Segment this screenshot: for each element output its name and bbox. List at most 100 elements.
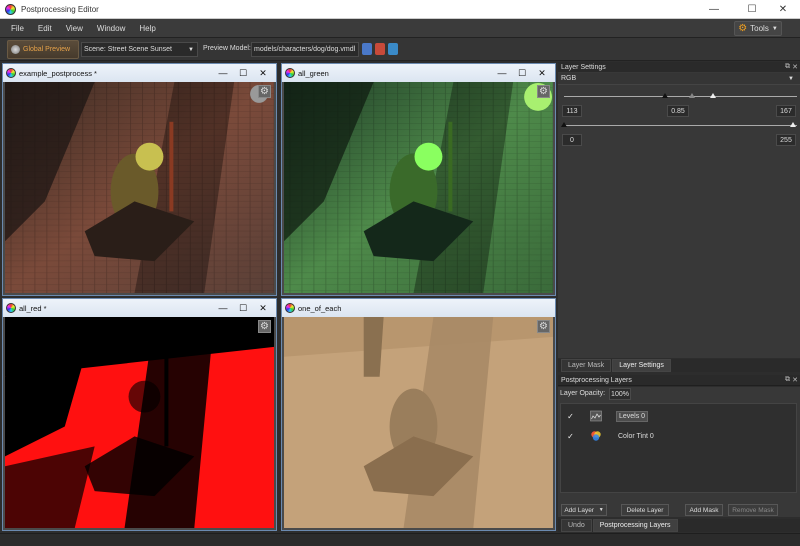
viewport-minimize-button[interactable]: — xyxy=(495,66,509,80)
render-scene-green xyxy=(284,82,553,293)
viewport-example-postprocess[interactable]: example_postprocess * — ☐ ✕ ⚙ xyxy=(2,63,277,296)
app-logo-icon xyxy=(285,68,295,78)
viewport-title-bar[interactable]: all_red * — ☐ ✕ xyxy=(3,299,276,317)
viewport-maximize-button[interactable]: ☐ xyxy=(236,66,250,80)
input-min-field[interactable]: 113 xyxy=(562,105,582,117)
browse-model-icon[interactable] xyxy=(362,43,372,55)
close-panel-icon[interactable]: ✕ xyxy=(792,376,798,384)
gear-icon: ⚙ xyxy=(738,23,748,34)
menu-bar: File Edit View Window Help xyxy=(0,19,800,38)
viewport-settings-gear-icon[interactable]: ⚙ xyxy=(537,320,550,333)
layer-settings-title: Layer Settings xyxy=(561,63,606,71)
viewport-settings-gear-icon[interactable]: ⚙ xyxy=(258,320,271,333)
maximize-button[interactable]: ☐ xyxy=(735,0,769,19)
global-preview-label: Global Preview xyxy=(23,46,71,53)
viewport-all-red[interactable]: all_red * — ☐ ✕ ⚙ xyxy=(2,298,277,531)
viewport-render[interactable]: ⚙ xyxy=(5,82,274,293)
viewport-title-bar[interactable]: one_of_each xyxy=(282,299,555,317)
viewport-close-button[interactable]: ✕ xyxy=(256,66,270,80)
output-black-handle[interactable] xyxy=(561,122,567,127)
preview-sphere-icon xyxy=(11,45,20,54)
viewport-render[interactable]: ⚙ xyxy=(5,317,274,528)
viewport-render[interactable]: ⚙ xyxy=(284,317,553,528)
app-logo-icon xyxy=(5,3,16,15)
viewport-title-bar[interactable]: all_green — ☐ ✕ xyxy=(282,64,555,82)
menu-help[interactable]: Help xyxy=(132,24,162,33)
viewport-title: example_postprocess * xyxy=(19,68,97,78)
minimize-button[interactable]: — xyxy=(697,0,731,19)
app-logo-icon xyxy=(285,303,295,313)
delete-layer-button[interactable]: Delete Layer xyxy=(621,504,669,516)
input-white-handle[interactable] xyxy=(710,93,716,98)
float-panel-icon[interactable]: ⧉ xyxy=(785,63,790,71)
pp-layers-header: Postprocessing Layers ⧉ ✕ xyxy=(558,375,800,386)
layer-opacity-field[interactable]: 100% xyxy=(609,388,631,400)
layer-name: Color Tint 0 xyxy=(618,432,654,440)
app-logo-icon xyxy=(6,68,16,78)
layer-name: Levels 0 xyxy=(616,410,649,422)
menu-edit[interactable]: Edit xyxy=(31,24,59,33)
viewport-close-button[interactable]: ✕ xyxy=(256,301,270,315)
add-layer-button[interactable]: Add Layer ▼ xyxy=(561,504,607,516)
chevron-down-icon: ▼ xyxy=(598,507,604,513)
viewport-close-button[interactable]: ✕ xyxy=(535,66,549,80)
preview-model-label: Preview Model: xyxy=(203,45,251,52)
float-panel-icon[interactable]: ⧉ xyxy=(785,376,790,384)
layer-row-levels[interactable]: ✓ Levels 0 xyxy=(561,406,796,426)
layer-visible-checkbox[interactable]: ✓ xyxy=(566,412,575,421)
output-max-field[interactable]: 255 xyxy=(776,134,796,146)
remove-mask-button[interactable]: Remove Mask xyxy=(728,504,778,516)
refresh-model-icon[interactable] xyxy=(388,43,398,55)
add-layer-label: Add Layer xyxy=(564,506,594,514)
viewport-minimize-button[interactable]: — xyxy=(216,66,230,80)
render-scene-sepia xyxy=(284,317,553,528)
gamma-field[interactable]: 0.85 xyxy=(667,105,689,117)
status-bar xyxy=(0,533,800,546)
channel-select-value: RGB xyxy=(561,75,577,82)
input-max-field[interactable]: 167 xyxy=(776,105,796,117)
menu-view[interactable]: View xyxy=(59,24,90,33)
viewport-settings-gear-icon[interactable]: ⚙ xyxy=(258,85,271,98)
pp-layers-title: Postprocessing Layers xyxy=(561,376,632,384)
output-white-handle[interactable] xyxy=(790,122,796,127)
close-button[interactable]: ✕ xyxy=(766,0,800,19)
input-gamma-handle[interactable] xyxy=(689,93,695,98)
tab-label: Postprocessing Layers xyxy=(599,522,671,529)
viewport-one-of-each[interactable]: one_of_each ⚙ xyxy=(281,298,556,531)
tab-postprocessing-layers[interactable]: Postprocessing Layers xyxy=(592,519,678,532)
add-mask-button[interactable]: Add Mask xyxy=(685,504,723,516)
menu-file[interactable]: File xyxy=(4,24,31,33)
chevron-down-icon: ▼ xyxy=(788,76,794,82)
tools-button[interactable]: ⚙ Tools ▼ xyxy=(734,21,782,36)
viewport-title: one_of_each xyxy=(298,303,342,313)
preview-model-field[interactable]: models/characters/dog/dog.vmdl xyxy=(251,42,359,57)
scene-select[interactable]: Scene: Street Scene Sunset ▼ xyxy=(81,42,198,57)
output-levels-track xyxy=(564,125,797,126)
tab-label: Layer Mask xyxy=(568,362,605,369)
tab-layer-mask[interactable]: Layer Mask xyxy=(561,359,612,372)
viewport-all-green[interactable]: all_green — ☐ ✕ ⚙ xyxy=(281,63,556,296)
viewport-minimize-button[interactable]: — xyxy=(216,301,230,315)
input-levels-track xyxy=(564,96,797,97)
tab-undo[interactable]: Undo xyxy=(561,519,592,532)
close-panel-icon[interactable]: ✕ xyxy=(792,63,798,71)
menu-window[interactable]: Window xyxy=(90,24,132,33)
tab-layer-settings[interactable]: Layer Settings xyxy=(612,359,671,372)
layer-row-color-tint[interactable]: ✓ Color Tint 0 xyxy=(561,426,796,446)
channel-select[interactable]: RGB ▼ xyxy=(558,73,800,85)
model-picker-icon[interactable] xyxy=(375,43,385,55)
output-min-field[interactable]: 0 xyxy=(562,134,582,146)
viewport-render[interactable]: ⚙ xyxy=(284,82,553,293)
render-scene-normal xyxy=(5,82,274,293)
tab-label: Layer Settings xyxy=(619,362,664,369)
global-preview-button[interactable]: Global Preview xyxy=(7,40,79,59)
viewport-title: all_red * xyxy=(19,303,47,313)
input-black-handle[interactable] xyxy=(662,93,668,98)
viewport-maximize-button[interactable]: ☐ xyxy=(236,301,250,315)
bottom-tabs: Undo Postprocessing Layers xyxy=(558,519,800,532)
viewport-settings-gear-icon[interactable]: ⚙ xyxy=(537,85,550,98)
chevron-down-icon: ▼ xyxy=(771,25,778,32)
layer-visible-checkbox[interactable]: ✓ xyxy=(566,432,575,441)
viewport-title-bar[interactable]: example_postprocess * — ☐ ✕ xyxy=(3,64,276,82)
viewport-maximize-button[interactable]: ☐ xyxy=(515,66,529,80)
